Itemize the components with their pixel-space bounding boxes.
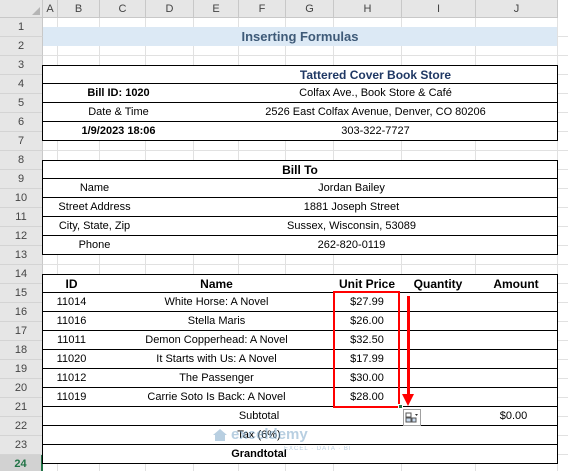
item-id[interactable]: 11019	[42, 388, 101, 407]
row-header-14[interactable]: 14	[0, 265, 43, 284]
row-header-19[interactable]: 19	[0, 360, 43, 379]
drag-arrow-head-icon	[402, 394, 414, 406]
row-header-21[interactable]: 21	[0, 398, 43, 417]
item-amount[interactable]	[475, 369, 558, 388]
row-header-11[interactable]: 11	[0, 208, 43, 227]
store-name[interactable]: Tattered Cover Book Store	[194, 65, 558, 84]
row-header-23[interactable]: 23	[0, 436, 43, 455]
store-blank-cell[interactable]	[42, 65, 195, 84]
item-amount[interactable]	[475, 388, 558, 407]
grandtotal-label[interactable]: Grandtotal	[42, 445, 476, 464]
row-header-15[interactable]: 15	[0, 284, 43, 303]
drag-arrow-shaft	[407, 296, 410, 396]
store-address[interactable]: Colfax Ave., Book Store & Café	[194, 84, 558, 103]
row-header-9[interactable]: 9	[0, 170, 43, 189]
row-header-13[interactable]: 13	[0, 246, 43, 265]
item-quantity[interactable]	[401, 369, 476, 388]
bill-to-city-label[interactable]: City, State, Zip	[42, 217, 147, 236]
bill-to-phone[interactable]: 262-820-0119	[146, 236, 558, 255]
row-header-8[interactable]: 8	[0, 151, 43, 170]
item-quantity[interactable]	[401, 293, 476, 312]
gridline-horizontal	[43, 264, 568, 265]
item-name[interactable]: White Horse: A Novel	[100, 293, 334, 312]
row-header-4[interactable]: 4	[0, 75, 43, 94]
item-amount[interactable]	[475, 331, 558, 350]
item-name[interactable]: Carrie Soto Is Back: A Novel	[100, 388, 334, 407]
select-all-triangle-icon	[32, 7, 40, 15]
column-header-j[interactable]: J	[476, 0, 558, 18]
column-header-i[interactable]: I	[402, 0, 476, 18]
col-header-id[interactable]: ID	[42, 274, 101, 293]
item-amount[interactable]	[475, 350, 558, 369]
column-header-a[interactable]: A	[43, 0, 58, 18]
subtotal-value[interactable]: $0.00	[475, 407, 558, 426]
item-amount[interactable]	[475, 312, 558, 331]
item-name[interactable]: It Starts with Us: A Novel	[100, 350, 334, 369]
store-phone[interactable]: 303-322-7727	[194, 122, 558, 141]
column-header-b[interactable]: B	[58, 0, 100, 18]
tax-value[interactable]	[475, 426, 558, 445]
row-header-3[interactable]: 3	[0, 56, 43, 75]
item-amount[interactable]	[475, 293, 558, 312]
select-all-corner[interactable]	[0, 0, 43, 18]
item-name[interactable]: Demon Copperhead: A Novel	[100, 331, 334, 350]
autofill-options-icon	[405, 412, 418, 422]
col-header-name[interactable]: Name	[100, 274, 334, 293]
item-name[interactable]: The Passenger	[100, 369, 334, 388]
row-header-20[interactable]: 20	[0, 379, 43, 398]
unit-price-highlight-box	[333, 291, 400, 408]
bill-to-street[interactable]: 1881 Joseph Street	[146, 198, 558, 217]
datetime-label[interactable]: Date & Time	[42, 103, 195, 122]
row-header-5[interactable]: 5	[0, 94, 43, 113]
row-header-17[interactable]: 17	[0, 322, 43, 341]
item-quantity[interactable]	[401, 350, 476, 369]
item-id[interactable]: 11014	[42, 293, 101, 312]
item-name[interactable]: Stella Maris	[100, 312, 334, 331]
row-header-1[interactable]: 1	[0, 18, 43, 37]
row-header-22[interactable]: 22	[0, 417, 43, 436]
bill-to-header[interactable]: Bill To	[42, 160, 558, 179]
item-id[interactable]: 11016	[42, 312, 101, 331]
row-header-7[interactable]: 7	[0, 132, 43, 151]
sheet-title: Inserting Formulas	[43, 27, 557, 46]
bill-to-name[interactable]: Jordan Bailey	[146, 179, 558, 198]
row-header-10[interactable]: 10	[0, 189, 43, 208]
bill-to-city[interactable]: Sussex, Wisconsin, 53089	[146, 217, 558, 236]
row-header-6[interactable]: 6	[0, 113, 43, 132]
bill-id[interactable]: Bill ID: 1020	[42, 84, 195, 103]
tax-label[interactable]: Tax (6%)	[42, 426, 476, 445]
item-quantity[interactable]	[401, 331, 476, 350]
bill-to-phone-label[interactable]: Phone	[42, 236, 147, 255]
bill-to-name-label[interactable]: Name	[42, 179, 147, 198]
row-header-18[interactable]: 18	[0, 341, 43, 360]
gridline-horizontal	[43, 55, 568, 56]
bill-to-street-label[interactable]: Street Address	[42, 198, 147, 217]
column-header-e[interactable]: E	[194, 0, 239, 18]
store-street[interactable]: 2526 East Colfax Avenue, Denver, CO 8020…	[194, 103, 558, 122]
item-id[interactable]: 11012	[42, 369, 101, 388]
column-header-g[interactable]: G	[286, 0, 334, 18]
row-header-24[interactable]: 24	[0, 455, 43, 471]
col-header-amount[interactable]: Amount	[475, 274, 558, 293]
item-quantity[interactable]	[401, 312, 476, 331]
autofill-options-button[interactable]	[403, 409, 421, 426]
column-header-f[interactable]: F	[239, 0, 286, 18]
column-header-d[interactable]: D	[146, 0, 194, 18]
column-header-c[interactable]: C	[100, 0, 146, 18]
col-header-quantity[interactable]: Quantity	[401, 274, 476, 293]
item-id[interactable]: 11020	[42, 350, 101, 369]
item-id[interactable]: 11011	[42, 331, 101, 350]
column-header-h[interactable]: H	[334, 0, 402, 18]
row-header-16[interactable]: 16	[0, 303, 43, 322]
row-header-12[interactable]: 12	[0, 227, 43, 246]
row-header-2[interactable]: 2	[0, 37, 43, 56]
grandtotal-value[interactable]	[475, 445, 558, 464]
gridline-horizontal	[43, 150, 568, 151]
watermark-subtext: EXCEL · DATA · BI	[284, 446, 352, 452]
datetime-value[interactable]: 1/9/2023 18:06	[42, 122, 195, 141]
